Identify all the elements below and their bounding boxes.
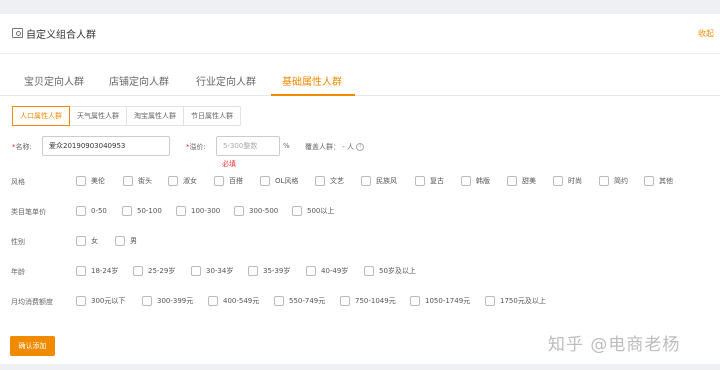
- checkbox-icon: [553, 176, 563, 186]
- option-checkbox[interactable]: OL风格: [260, 176, 298, 186]
- row-label-age: 年龄: [11, 268, 25, 276]
- bid-label: *溢价:: [186, 143, 206, 151]
- name-label: *名称:: [12, 143, 32, 151]
- checkbox-icon: [315, 176, 325, 186]
- option-checkbox[interactable]: 400-549元: [208, 296, 259, 306]
- active-tab-indicator: [271, 94, 355, 96]
- tab-item-targeting[interactable]: 宝贝定向人群: [24, 73, 84, 88]
- row-label-gender: 性别: [11, 238, 25, 246]
- option-checkbox[interactable]: 40-49岁: [306, 266, 348, 276]
- tab-industry-targeting[interactable]: 行业定向人群: [196, 73, 256, 88]
- option-checkbox[interactable]: 30-34岁: [191, 266, 233, 276]
- checkbox-icon: [133, 266, 143, 276]
- subtab-holiday[interactable]: 节日属性人群: [184, 107, 240, 125]
- option-checkbox[interactable]: 百搭: [214, 176, 243, 186]
- option-checkbox[interactable]: 韩版: [461, 176, 490, 186]
- option-checkbox[interactable]: 街头: [123, 176, 152, 186]
- option-checkbox[interactable]: 1750元及以上: [485, 296, 546, 306]
- option-checkbox[interactable]: 50岁及以上: [364, 266, 416, 276]
- option-checkbox[interactable]: 35-39岁: [248, 266, 290, 276]
- checkbox-icon: [599, 176, 609, 186]
- checkbox-icon: [142, 296, 152, 306]
- checkbox-icon: [76, 176, 86, 186]
- checkbox-icon: [208, 296, 218, 306]
- checkbox-icon: [361, 176, 371, 186]
- bid-error: 必填: [222, 160, 236, 168]
- custom-audience-panel: 自定义组合人群 收起 宝贝定向人群 店铺定向人群 行业定向人群 基础属性人群 人…: [0, 14, 720, 364]
- subtab-demographics[interactable]: 人口属性人群: [12, 106, 70, 126]
- panel-header: 自定义组合人群 收起: [0, 14, 720, 54]
- coverage-label: 覆盖人群： - 人 ?: [305, 142, 365, 152]
- option-checkbox[interactable]: 300-500: [234, 206, 278, 216]
- option-checkbox[interactable]: 甜美: [507, 176, 536, 186]
- option-checkbox[interactable]: 男: [115, 236, 137, 246]
- subtab-taobao[interactable]: 淘宝属性人群: [127, 107, 184, 125]
- tab-store-targeting[interactable]: 店铺定向人群: [109, 73, 169, 88]
- checkbox-icon: [214, 176, 224, 186]
- row-label-style: 风格: [11, 178, 25, 186]
- checkbox-icon: [248, 266, 258, 276]
- option-checkbox[interactable]: 简约: [599, 176, 628, 186]
- collapse-link[interactable]: 收起: [698, 28, 714, 39]
- checkbox-icon: [122, 206, 132, 216]
- checkbox-icon: [76, 236, 86, 246]
- checkbox-icon: [364, 266, 374, 276]
- option-checkbox[interactable]: 500以上: [292, 206, 334, 216]
- option-checkbox[interactable]: 复古: [415, 176, 444, 186]
- option-checkbox[interactable]: 0-50: [76, 206, 107, 216]
- coverage-value: - 人: [342, 143, 354, 151]
- audience-card-icon: [12, 28, 23, 38]
- option-checkbox[interactable]: 300元以下: [76, 296, 125, 306]
- checkbox-icon: [123, 176, 133, 186]
- confirm-add-button[interactable]: 确认添加: [10, 336, 55, 356]
- row-label-price: 类目笔单价: [11, 208, 46, 216]
- option-checkbox[interactable]: 550-749元: [274, 296, 325, 306]
- checkbox-icon: [415, 176, 425, 186]
- checkbox-icon: [644, 176, 654, 186]
- option-checkbox[interactable]: 1050-1749元: [410, 296, 470, 306]
- bid-unit: %: [283, 142, 290, 150]
- option-checkbox[interactable]: 300-399元: [142, 296, 193, 306]
- row-label-monthly-spend: 月均消费额度: [11, 298, 53, 306]
- checkbox-icon: [76, 266, 86, 276]
- panel-title: 自定义组合人群: [26, 30, 96, 41]
- checkbox-icon: [191, 266, 201, 276]
- checkbox-icon: [76, 296, 86, 306]
- option-checkbox[interactable]: 淑女: [168, 176, 197, 186]
- option-checkbox[interactable]: 时尚: [553, 176, 582, 186]
- tab-basic-attributes[interactable]: 基础属性人群: [282, 73, 342, 88]
- checkbox-icon: [274, 296, 284, 306]
- option-checkbox[interactable]: 750-1049元: [340, 296, 396, 306]
- audience-tabs: 宝贝定向人群 店铺定向人群 行业定向人群 基础属性人群: [0, 54, 720, 96]
- option-checkbox[interactable]: 民族风: [361, 176, 397, 186]
- checkbox-icon: [461, 176, 471, 186]
- checkbox-icon: [340, 296, 350, 306]
- checkbox-icon: [115, 236, 125, 246]
- checkbox-icon: [485, 296, 495, 306]
- attribute-subtabs: 人口属性人群 天气属性人群 淘宝属性人群 节日属性人群: [12, 106, 241, 126]
- help-icon[interactable]: ?: [356, 143, 365, 151]
- checkbox-icon: [176, 206, 186, 216]
- checkbox-icon: [306, 266, 316, 276]
- checkbox-icon: [168, 176, 178, 186]
- option-checkbox[interactable]: 美伦: [76, 176, 105, 186]
- bid-input[interactable]: 5-300整数: [216, 136, 280, 156]
- option-checkbox[interactable]: 文艺: [315, 176, 344, 186]
- checkbox-icon: [76, 206, 86, 216]
- checkbox-icon: [234, 206, 244, 216]
- subtab-weather[interactable]: 天气属性人群: [70, 107, 127, 125]
- checkbox-icon: [260, 176, 270, 186]
- option-checkbox[interactable]: 50-100: [122, 206, 162, 216]
- option-checkbox[interactable]: 其他: [644, 176, 673, 186]
- checkbox-icon: [507, 176, 517, 186]
- option-checkbox[interactable]: 25-29岁: [133, 266, 175, 276]
- option-checkbox[interactable]: 18-24岁: [76, 266, 118, 276]
- checkbox-icon: [410, 296, 420, 306]
- watermark: 知乎 @电商老杨: [548, 335, 681, 355]
- checkbox-icon: [292, 206, 302, 216]
- option-checkbox[interactable]: 100-300: [176, 206, 220, 216]
- name-input[interactable]: 爱众20190903040953: [42, 136, 170, 156]
- option-checkbox[interactable]: 女: [76, 236, 98, 246]
